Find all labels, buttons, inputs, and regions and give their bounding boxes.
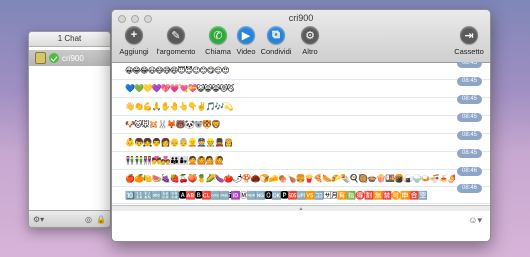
message-row: 08:45 👋👏💪🙏✋🤚👆👇✌️🎵🎶💫 xyxy=(112,95,490,116)
smiley-icon[interactable]: ☺▾ xyxy=(468,215,482,226)
toolbar-button-label: Aggiungi xyxy=(119,47,149,56)
contact-list-footer: ⚙▾ ◎ 🔒 xyxy=(29,210,110,227)
chat-bubbles-icon[interactable]: ◎ xyxy=(85,215,92,224)
message-timestamp: 08:46 xyxy=(456,167,482,176)
message-timestamp: 08:45 xyxy=(456,113,482,122)
message-row: 08:45 😀😁😂😃😄😅😆😇😈😉😊😋😌😍 xyxy=(112,62,490,80)
message-text: 🐶🐱🐭🐹🐰🦊🐻🐼🐨🐯🦁 xyxy=(125,120,221,129)
contact-item[interactable]: cri900 xyxy=(29,50,110,66)
edit-icon: ✎ xyxy=(167,26,185,44)
message-text: 😀😁😂😃😄😅😆😇😈😉😊😋😌😍 xyxy=(125,66,229,75)
message-text: 👋👏💪🙏✋🤚👆👇✌️🎵🎶💫 xyxy=(125,102,233,111)
message-list: 08:45 😀😁😂😃😄😅😆😇😈😉😊😋😌😍 08:45 💙💚💛💜💖💗💘💝😺😸😹😻😼 08:… xyxy=(112,62,490,205)
toolbar: cri900 + Aggiungi ✎ l'argomento ✆ Chiama ▶ Vide… xyxy=(112,10,490,63)
contact-name: cri900 xyxy=(62,53,84,63)
toolbar-button-label: Altro xyxy=(302,47,318,56)
message-timestamp: 08:45 xyxy=(456,131,482,140)
avatar xyxy=(35,52,46,64)
lock-icon[interactable]: 🔒 xyxy=(96,215,106,224)
message-timestamp: 08:45 xyxy=(456,149,482,158)
message-text: 👶👦👧👨👩👴👵👱👮👷💂👸 xyxy=(125,138,233,147)
plus-icon: + xyxy=(125,26,143,44)
toolbar-button-5[interactable]: ⚙ Altro xyxy=(288,26,332,56)
toolbar-button-0[interactable]: + Aggiungi xyxy=(112,26,156,56)
online-status-icon xyxy=(49,53,59,63)
message-row: 08:46 🔟🔢🔣🔤🔠🔡🅰🆎🅱🆑🆒🆓ℹ🆔Ⓜ🆕🆖🅾🆗🅿🆘🆙🆚🈁🈂🈷🈶🈯🉐🈹🈚🈲🉑🈸🈴… xyxy=(112,184,490,204)
message-text: 👫👬👭💏💑👪👩‍👧🙅🙆💁🙋 xyxy=(125,156,224,165)
toolbar-button-label: l'argomento xyxy=(156,47,196,56)
toolbar-button-6[interactable]: ⇥ Cassetto xyxy=(447,26,490,56)
gear-icon[interactable]: ⚙▾ xyxy=(33,215,44,224)
toolbar-button-label: Cassetto xyxy=(454,47,484,56)
message-text: 💙💚💛💜💖💗💘💝😺😸😹😻😼 xyxy=(125,84,235,93)
message-text: 🔟🔢🔣🔤🔠🔡🅰🆎🅱🆑🆒🆓ℹ🆔Ⓜ🆕🆖🅾🆗🅿🆘🆙🆚🈁🈂🈷🈶🈯🉐🈹🈚🈲🉑🈸🈴🈳 xyxy=(125,190,427,200)
video-icon: ▶ xyxy=(237,26,255,44)
message-timestamp: 08:46 xyxy=(456,184,482,193)
contact-list-window: 1 Chat cri900 ⚙▾ ◎ 🔒 xyxy=(28,31,111,228)
toolbar-button-1[interactable]: ✎ l'argomento xyxy=(154,26,198,56)
message-timestamp: 08:45 xyxy=(456,62,482,68)
chat-window: cri900 + Aggiungi ✎ l'argomento ✆ Chiama ▶ Vide… xyxy=(111,9,491,242)
more-icon: ⚙ xyxy=(301,26,319,44)
message-timestamp: 08:45 xyxy=(456,77,482,86)
message-timestamp: 08:45 xyxy=(456,95,482,104)
message-row: 08:45 👶👦👧👨👩👴👵👱👮👷💂👸 xyxy=(112,131,490,152)
message-row: 08:45 💙💚💛💜💖💗💘💝😺😸😹😻😼 xyxy=(112,77,490,98)
message-row: 08:46 🍎🍊🍋🍉🍇🍓🍒🍑🍍🌽🍆🍅🌶🍄🌰🍞🧀🍖🍗🍔🍟🍕🌭🌮🌯🍳🥘🍲🍿🍱🍘🍙🍚🍛🍜… xyxy=(112,167,490,187)
chat-count-header: 1 Chat xyxy=(29,32,110,47)
message-row: 08:45 🐶🐱🐭🐹🐰🦊🐻🐼🐨🐯🦁 xyxy=(112,113,490,134)
share-icon: ⧉ xyxy=(267,26,285,44)
drawer-icon: ⇥ xyxy=(460,26,478,44)
message-text: 🍎🍊🍋🍉🍇🍓🍒🍑🍍🌽🍆🍅🌶🍄🌰🍞🧀🍖🍗🍔🍟🍕🌭🌮🌯🍳🥘🍲🍿🍱🍘🍙🍚🍛🍜🍝🍠🍢🍣🍤 xyxy=(125,173,455,183)
message-input[interactable]: ☺▾ xyxy=(112,211,490,241)
message-row: 08:45 👫👬👭💏💑👪👩‍👧🙅🙆💁🙋 xyxy=(112,149,490,170)
window-title: cri900 xyxy=(288,13,314,23)
